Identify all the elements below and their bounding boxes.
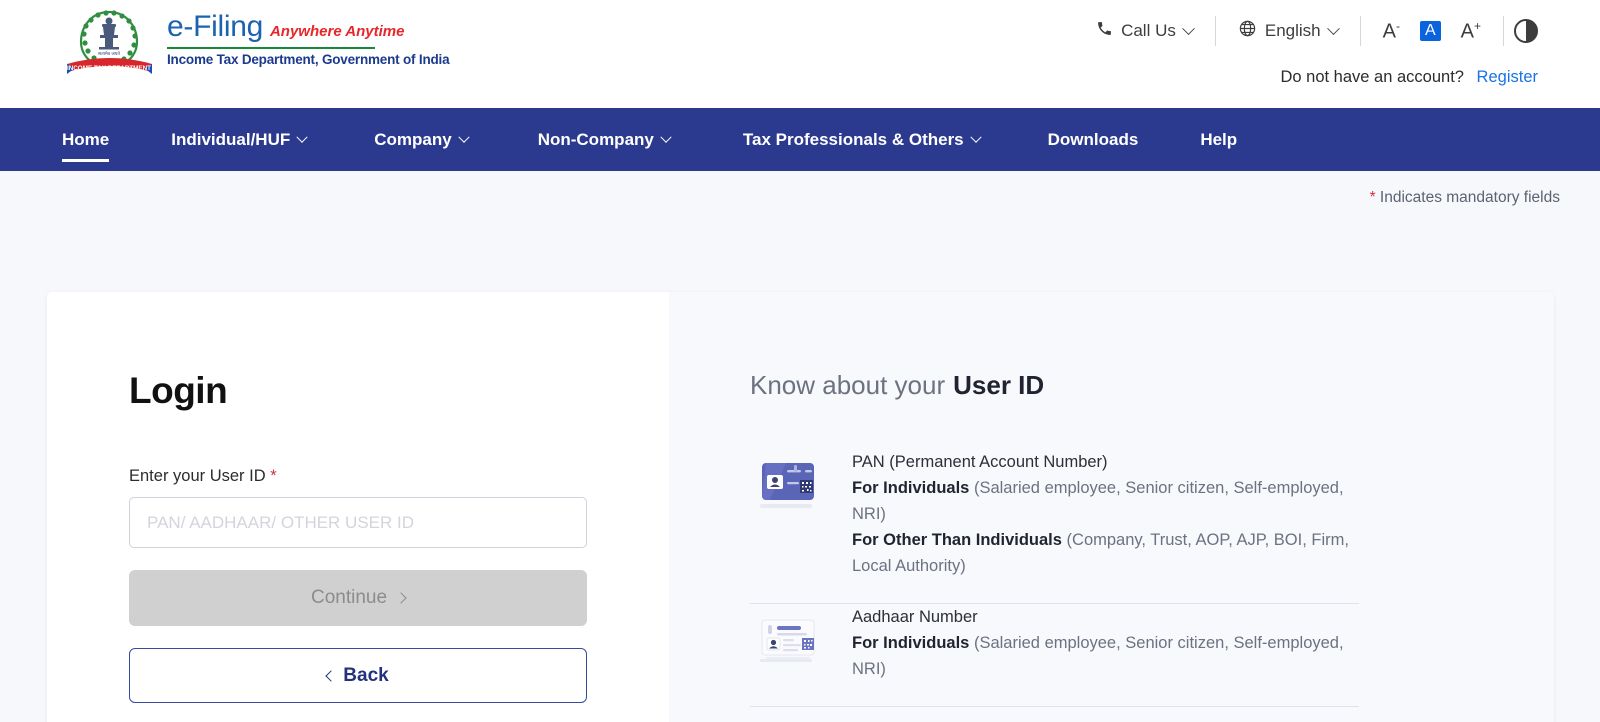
main-navigation: Home Individual/HUF Company Non-Company … [0,108,1600,171]
pan-info-text: PAN (Permanent Account Number) For Indiv… [852,449,1359,579]
pan-line-1: For Individuals (Salaried employee, Seni… [852,479,1344,523]
continue-button[interactable]: Continue [129,570,587,626]
phone-icon [1096,20,1113,42]
know-about-title: Know about your User ID [750,370,1554,401]
user-id-label-text: Enter your User ID [129,467,266,485]
nav-item-help[interactable]: Help [1200,108,1237,171]
required-asterisk: * [270,467,277,485]
login-card: Login Enter your User ID * Continue Back… [47,292,1554,722]
nav-item-tax-professionals-others[interactable]: Tax Professionals & Others [742,108,982,171]
top-header: सत्यमेव जयते INCOME TAX DEPARTMENT e-Fil… [0,0,1600,108]
page-content: * Indicates mandatory fields Login Enter… [0,171,1600,722]
svg-text:INCOME TAX DEPARTMENT: INCOME TAX DEPARTMENT [67,65,151,72]
back-label: Back [343,664,389,686]
language-label: English [1264,21,1321,40]
utility-bar: Call Us English A- A A+ [1074,14,1538,48]
pan-card-icon [750,449,823,518]
required-asterisk: * [1369,189,1376,206]
nav-item-downloads[interactable]: Downloads [1048,108,1139,171]
brand-department: Income Tax Department, Government of Ind… [167,52,450,67]
chevron-down-icon [660,131,672,143]
nav-label: Home [62,129,110,149]
utility-separator-3 [1503,16,1504,46]
pan-line-2: For Other Than Individuals (Company, Tru… [852,531,1349,575]
user-id-type-list: PAN (Permanent Account Number) For Indiv… [750,449,1359,707]
chevron-right-icon [395,592,407,604]
mandatory-note-label: Indicates mandatory fields [1379,189,1560,206]
svg-text:सत्यमेव जयते: सत्यमेव जयते [98,50,120,56]
nav-item-non-company[interactable]: Non-Company [537,108,672,171]
contrast-icon[interactable] [1514,19,1538,43]
aadhaar-info-text: Aadhaar Number For Individuals (Salaried… [852,604,1359,682]
nav-label: Help [1200,129,1238,149]
list-item: Aadhaar Number For Individuals (Salaried… [750,604,1359,706]
brand-text: e-Filing Anywhere Anytime Income Tax Dep… [167,4,450,67]
nav-item-home[interactable]: Home [62,108,110,171]
aadhaar-heading: Aadhaar Number [852,608,978,626]
chevron-down-icon [969,131,982,143]
back-button[interactable]: Back [129,648,587,703]
chevron-down-icon [1181,21,1195,35]
chevron-down-icon [458,131,470,143]
call-us-label: Call Us [1121,21,1176,40]
nav-item-individual-huf[interactable]: Individual/HUF [171,108,308,171]
brand-efiling: e-Filing [167,10,263,43]
list-divider [750,706,1359,707]
user-id-input[interactable] [129,497,587,548]
brand-tagline: Anywhere Anytime [269,23,405,40]
chevron-down-icon [1326,21,1340,35]
nav-item-company[interactable]: Company [374,108,470,171]
font-increase-button[interactable]: A+ [1461,20,1481,42]
nav-label: Non-Company [537,129,654,149]
know-about-user-id-panel: Know about your User ID PAN (Permanent A… [669,292,1554,722]
list-item: PAN (Permanent Account Number) For Indiv… [750,449,1359,603]
font-normal-button[interactable]: A [1419,21,1441,41]
page-title: Login [129,370,228,411]
continue-label: Continue [310,587,388,608]
pan-heading: PAN (Permanent Account Number) [852,453,1108,471]
brand-logo[interactable]: सत्यमेव जयते INCOME TAX DEPARTMENT e-Fil… [62,4,450,78]
register-link[interactable]: Register [1477,68,1538,86]
language-dropdown[interactable]: English [1216,19,1360,43]
know-title-bold: User ID [953,370,1045,400]
chevron-down-icon [296,131,308,143]
user-id-label: Enter your User ID * [129,467,669,486]
no-account-label: Do not have an account? [1280,68,1464,86]
font-size-controls: A- A A+ [1361,20,1503,42]
brand-divider [167,47,375,49]
login-panel: Login Enter your User ID * Continue Back [47,292,669,722]
account-prompt: Do not have an account? Register [1280,68,1538,87]
nav-label: Individual/HUF [171,129,291,149]
india-emblem-income-tax-logo: सत्यमेव जयते INCOME TAX DEPARTMENT [62,4,157,78]
nav-label: Downloads [1047,129,1139,149]
nav-label: Company [374,129,452,149]
know-title-prefix: Know about your [750,370,946,400]
chevron-left-icon [325,669,337,682]
aadhaar-line-1: For Individuals (Salaried employee, Seni… [852,634,1344,678]
call-us-dropdown[interactable]: Call Us [1074,20,1215,42]
aadhaar-card-icon [750,604,823,673]
nav-label: Tax Professionals & Others [742,129,964,149]
mandatory-fields-note: * Indicates mandatory fields [1370,189,1560,207]
font-decrease-button[interactable]: A- [1383,20,1400,42]
globe-icon [1238,19,1257,43]
